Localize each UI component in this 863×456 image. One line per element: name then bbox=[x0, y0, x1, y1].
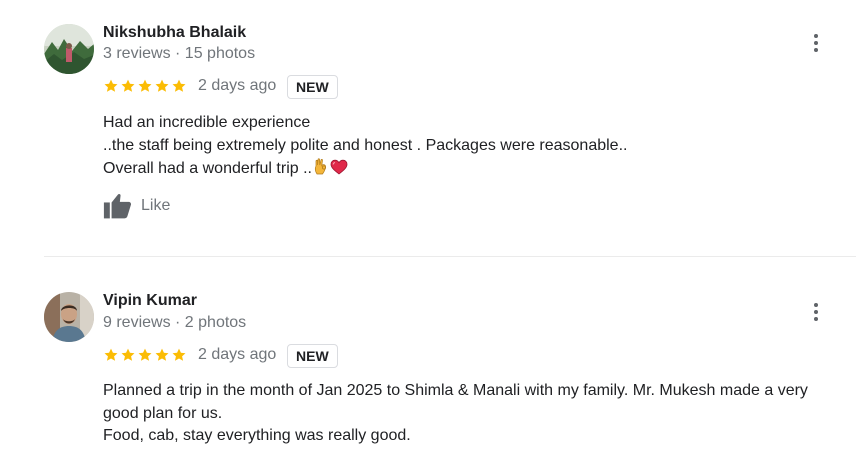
star-rating bbox=[103, 78, 187, 94]
review-time: 2 days ago bbox=[198, 77, 277, 94]
review-text: Planned a trip in the month of Jan 2025 … bbox=[103, 380, 833, 448]
dot-icon bbox=[814, 41, 818, 45]
dot-icon bbox=[814, 34, 818, 38]
star-icon bbox=[155, 348, 169, 361]
dot-icon bbox=[814, 317, 818, 321]
thumbs-up-icon bbox=[103, 193, 132, 219]
heart-emoji bbox=[330, 159, 348, 175]
dot-icon bbox=[814, 303, 818, 307]
review-text-line-content: Overall had a wonderful trip .. bbox=[103, 160, 312, 177]
reviewer-avatar[interactable] bbox=[44, 292, 94, 342]
reviewer-name[interactable]: Nikshubha Bhalaik bbox=[103, 24, 246, 42]
like-label: Like bbox=[141, 197, 171, 214]
reviewer-name[interactable]: Vipin Kumar bbox=[103, 292, 197, 310]
review-text: Had an incredible experience ..the staff… bbox=[103, 112, 833, 181]
star-icon bbox=[172, 348, 186, 361]
star-icon bbox=[121, 79, 135, 92]
reviewer-stats: 9 reviews · 2 photos bbox=[103, 314, 247, 331]
star-icon bbox=[138, 79, 152, 92]
like-button[interactable]: Like bbox=[103, 193, 170, 219]
review-text-line: Overall had a wonderful trip .. bbox=[103, 157, 833, 181]
reviewer-stats: 3 reviews · 15 photos bbox=[103, 45, 256, 62]
star-icon bbox=[121, 348, 135, 361]
more-options-button[interactable] bbox=[804, 31, 828, 55]
star-icon bbox=[104, 79, 118, 92]
dot-icon bbox=[814, 48, 818, 52]
new-badge: NEW bbox=[287, 75, 338, 99]
review-text-line: Had an incredible experience bbox=[103, 114, 311, 131]
ok-hand-emoji bbox=[314, 158, 326, 175]
avatar-photo bbox=[44, 292, 94, 342]
more-options-button[interactable] bbox=[804, 300, 828, 324]
avatar-photo bbox=[44, 24, 94, 74]
dot-icon bbox=[814, 310, 818, 314]
star-icon bbox=[172, 79, 186, 92]
review-time: 2 days ago bbox=[198, 346, 277, 363]
review-divider bbox=[44, 256, 856, 257]
review-text-line: Food, cab, stay everything was really go… bbox=[103, 427, 411, 444]
review-text-line: ..the staff being extremely polite and h… bbox=[103, 136, 628, 154]
reviewer-avatar[interactable] bbox=[44, 24, 94, 74]
star-icon bbox=[155, 79, 169, 92]
review-text-line: Planned a trip in the month of Jan 2025 … bbox=[103, 382, 808, 422]
star-icon bbox=[138, 348, 152, 361]
new-badge: NEW bbox=[287, 344, 338, 368]
star-icon bbox=[104, 348, 118, 361]
star-rating bbox=[103, 347, 187, 363]
